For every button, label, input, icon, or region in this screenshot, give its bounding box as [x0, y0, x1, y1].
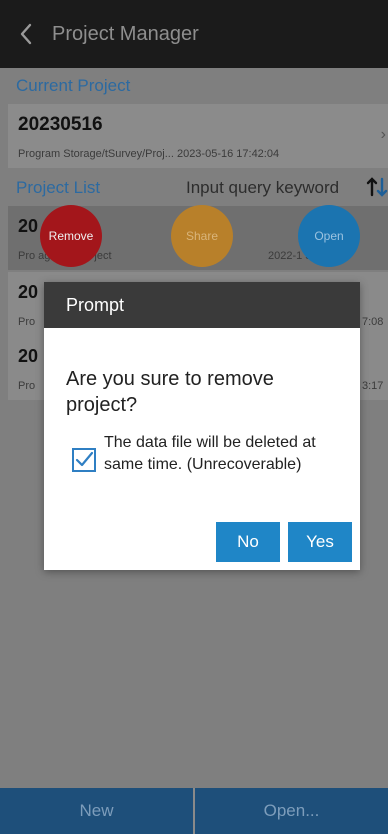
back-arrow-icon — [20, 23, 32, 45]
project-manager-screen: Project Manager Current Project 20230516… — [0, 0, 388, 834]
top-bar: Project Manager — [0, 0, 388, 68]
project-name: 20 — [18, 346, 39, 366]
search-input[interactable]: Input query keyword — [186, 178, 339, 198]
current-project-label: Current Project — [16, 76, 131, 95]
project-list-label: Project List — [16, 178, 101, 197]
project-name: 20 — [18, 282, 39, 302]
delete-data-checkbox[interactable] — [72, 448, 96, 472]
new-project-button[interactable]: New — [0, 788, 193, 834]
current-project-card[interactable]: 20230516 Program Storage/tSurvey/Proj...… — [8, 104, 388, 168]
project-date: 7:08 — [362, 316, 384, 328]
open-button[interactable]: Open — [298, 205, 360, 267]
current-project-path: Program Storage/tSurvey/Proj... 2023-05-… — [18, 148, 280, 160]
chevron-right-icon: › — [380, 126, 386, 143]
no-button[interactable]: No — [216, 522, 280, 562]
project-date: 3:17 — [362, 380, 384, 392]
bottom-bar: New Open... — [0, 788, 388, 834]
yes-button[interactable]: Yes — [288, 522, 352, 562]
open-project-button[interactable]: Open... — [193, 788, 388, 834]
dialog-message: Are you sure to remove project? — [66, 368, 274, 416]
checkmark-icon — [75, 451, 94, 467]
confirm-dialog: Prompt Are you sure to remove project? T… — [44, 282, 360, 570]
dialog-title: Prompt — [44, 282, 360, 328]
checkbox-label: The data file will be deleted at same ti… — [104, 434, 316, 473]
remove-button[interactable]: Remove — [40, 205, 102, 267]
current-project-name: 20230516 — [18, 114, 103, 135]
share-button[interactable]: Share — [171, 205, 233, 267]
project-path: Pro — [18, 380, 36, 392]
sort-icon[interactable] — [366, 176, 388, 198]
project-path: Pro — [18, 316, 36, 328]
back-button[interactable] — [0, 0, 52, 68]
project-name: 20 — [18, 216, 39, 236]
page-title: Project Manager — [52, 22, 199, 45]
